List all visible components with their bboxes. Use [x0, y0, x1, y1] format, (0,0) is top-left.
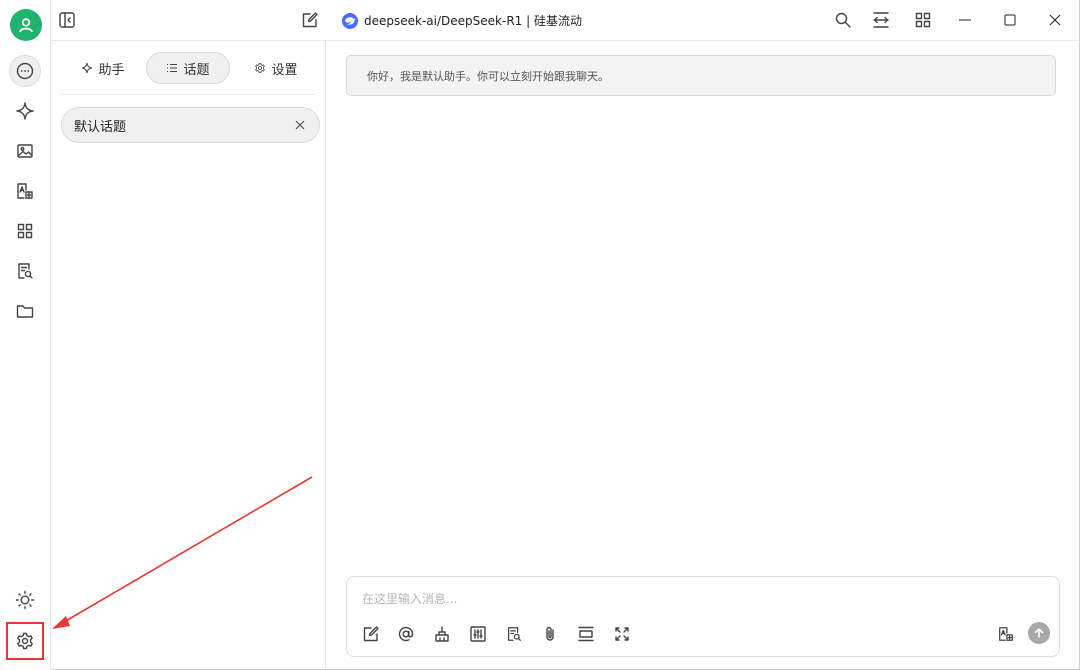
apps-icon	[17, 223, 33, 239]
icon-rail	[0, 0, 51, 670]
delete-topic-button[interactable]	[293, 118, 307, 132]
model-title: deepseek-ai/DeepSeek-R1 | 硅基流动	[364, 14, 582, 28]
deepseek-logo-icon	[342, 12, 358, 29]
tab-topics[interactable]: 话题	[146, 52, 230, 84]
send-button[interactable]	[1028, 622, 1050, 644]
toggle-sidebar-button[interactable]	[57, 10, 77, 30]
chat-icon	[16, 62, 34, 80]
title-bar: deepseek-ai/DeepSeek-R1 | 硅基流动	[50, 0, 1079, 41]
new-topic-input-button[interactable]	[361, 624, 381, 644]
message-input-box[interactable]: 在这里输入消息...	[346, 576, 1060, 657]
close-icon	[295, 120, 305, 130]
rail-apps-button[interactable]	[9, 215, 41, 247]
knowledge-base-button[interactable]	[504, 624, 524, 644]
sparkle-icon	[16, 102, 34, 120]
topic-label: 默认话题	[74, 119, 127, 135]
arrow-up-icon	[1034, 628, 1044, 638]
user-icon	[19, 18, 33, 33]
translate-input-button[interactable]	[996, 624, 1016, 644]
tab-assistants[interactable]: 助手	[68, 52, 138, 84]
expand-height-icon	[578, 626, 594, 642]
translate-icon	[17, 183, 33, 199]
at-icon	[398, 626, 414, 642]
minimize-button[interactable]	[955, 10, 975, 30]
rail-image-button[interactable]	[9, 135, 41, 167]
mini-apps-button[interactable]	[913, 10, 933, 30]
apps-icon	[915, 12, 931, 28]
rail-files-button[interactable]	[9, 295, 41, 327]
close-window-button[interactable]	[1045, 10, 1065, 30]
sliders-icon	[470, 626, 486, 642]
search-button[interactable]	[833, 10, 853, 30]
translate-icon	[999, 627, 1013, 641]
assistant-message-text: 你好，我是默认助手。你可以立刻开始跟我聊天。	[367, 69, 609, 83]
rail-agents-button[interactable]	[9, 95, 41, 127]
tab-topics-label: 话题	[183, 62, 210, 78]
expand-icon	[615, 627, 629, 641]
image-icon	[17, 144, 33, 158]
app-window: deepseek-ai/DeepSeek-R1 | 硅基流动 助手 话题 设置 …	[0, 0, 1080, 670]
knowledge-icon	[18, 263, 33, 279]
maximize-button[interactable]	[1000, 10, 1020, 30]
topic-item[interactable]: 默认话题	[61, 107, 320, 143]
attach-file-button[interactable]	[540, 624, 560, 644]
message-input-placeholder[interactable]: 在这里输入消息...	[362, 590, 457, 607]
topic-sidebar: 助手 话题 设置 默认话题	[50, 40, 326, 669]
fullscreen-button[interactable]	[612, 624, 632, 644]
broom-icon	[435, 626, 449, 642]
new-topic-button[interactable]	[300, 10, 320, 30]
fit-width-button[interactable]	[871, 10, 891, 30]
settings-highlight-box	[6, 622, 44, 660]
sidebar-tabs: 助手 话题 设置	[60, 50, 315, 95]
tab-settings-label: 设置	[271, 62, 298, 78]
rail-chat-button[interactable]	[9, 55, 41, 87]
settings-sliders-button[interactable]	[468, 624, 488, 644]
paperclip-icon	[546, 626, 554, 641]
expand-height-button[interactable]	[576, 624, 596, 644]
folder-icon	[16, 305, 34, 318]
sidebar-toggle-icon	[59, 12, 75, 28]
close-icon	[1049, 14, 1061, 26]
theme-toggle-button[interactable]	[9, 584, 41, 616]
minimize-icon	[959, 19, 971, 21]
mention-model-button[interactable]	[396, 624, 416, 644]
clear-context-button[interactable]	[432, 624, 452, 644]
assistant-message: 你好，我是默认助手。你可以立刻开始跟我聊天。	[346, 55, 1056, 96]
sun-icon	[15, 590, 35, 610]
maximize-icon	[1004, 14, 1016, 26]
avatar[interactable]	[10, 9, 42, 41]
rail-translate-button[interactable]	[9, 175, 41, 207]
expand-width-icon	[873, 12, 889, 28]
rail-knowledge-button[interactable]	[9, 255, 41, 287]
edit-icon	[363, 626, 379, 642]
knowledge-icon	[507, 627, 521, 641]
list-icon	[167, 63, 178, 73]
model-selector[interactable]: deepseek-ai/DeepSeek-R1 | 硅基流动	[342, 12, 582, 29]
sparkle-icon	[82, 62, 93, 74]
search-icon	[835, 12, 851, 28]
edit-icon	[302, 12, 318, 28]
gear-icon	[255, 63, 266, 73]
tab-assistants-label: 助手	[98, 62, 125, 78]
tab-settings[interactable]: 设置	[240, 52, 312, 84]
